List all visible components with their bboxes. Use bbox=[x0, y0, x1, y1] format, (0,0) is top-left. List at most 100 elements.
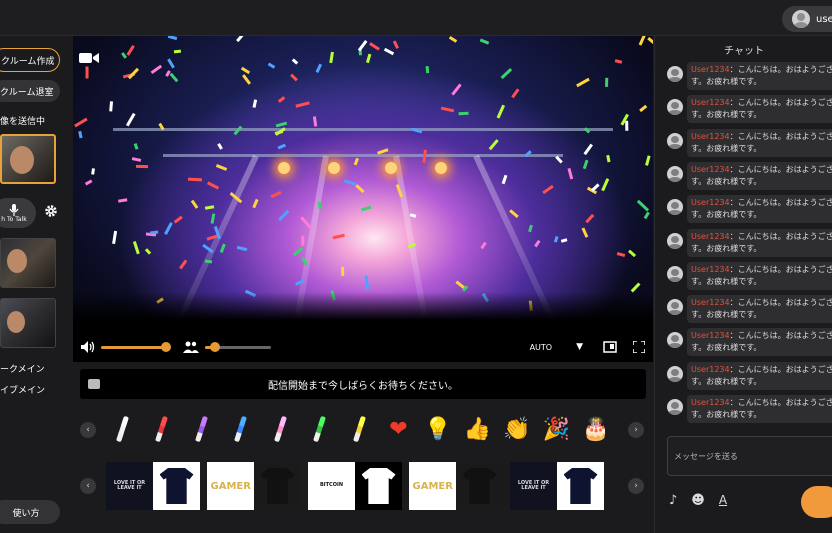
confetti-piece bbox=[392, 39, 399, 49]
quality-select[interactable]: AUTO bbox=[530, 343, 553, 352]
mic-level-handle[interactable] bbox=[209, 341, 220, 352]
participant-camera-thumbnail[interactable] bbox=[0, 298, 56, 348]
chat-bubble: User1234：こんにちは。おはようござ す。お疲れ様です。 bbox=[687, 361, 832, 390]
chat-username[interactable]: User1234 bbox=[691, 165, 730, 174]
goods-design-text: LOVE IT OR LEAVE IT bbox=[113, 479, 146, 491]
chat-text: す。お疲れ様です。 bbox=[691, 210, 762, 220]
picture-in-picture-icon[interactable] bbox=[603, 341, 617, 353]
chat-username[interactable]: User1234 bbox=[691, 98, 730, 107]
emoji-icon[interactable]: ☻ bbox=[691, 493, 705, 508]
goods-item[interactable]: LOVE IT OR LEAVE IT bbox=[106, 462, 200, 510]
chat-username[interactable]: User1234 bbox=[691, 331, 730, 340]
green-penlight-icon[interactable] bbox=[306, 413, 334, 445]
chat-text: ：こんにちは。おはようござ bbox=[729, 364, 832, 374]
confetti-piece bbox=[78, 131, 83, 139]
push-to-talk-button[interactable]: h To Talk bbox=[0, 198, 36, 228]
confetti-piece bbox=[368, 42, 380, 52]
volume-slider[interactable] bbox=[101, 341, 171, 352]
confetti-piece bbox=[126, 44, 135, 56]
yellow-penlight-icon[interactable] bbox=[345, 413, 373, 445]
blue-penlight-icon[interactable] bbox=[227, 413, 255, 445]
cake-icon[interactable]: 🎂 bbox=[582, 413, 610, 445]
goods-design-preview: GAMER bbox=[207, 462, 254, 510]
confetti-piece bbox=[541, 184, 554, 194]
chevron-down-icon[interactable]: ▼ bbox=[576, 342, 583, 352]
live-main-option[interactable]: イブメイン bbox=[0, 383, 45, 396]
confetti-piece bbox=[575, 77, 590, 88]
participants-icon[interactable] bbox=[183, 341, 199, 353]
broadcast-notice: 配信開始まで今しばらくお待ちください。 bbox=[80, 369, 646, 399]
confetti-piece bbox=[179, 259, 188, 270]
stamp-prev-button[interactable]: ‹ bbox=[80, 422, 96, 438]
confetti-piece bbox=[252, 98, 257, 108]
confetti-piece bbox=[353, 157, 360, 165]
chat-username[interactable]: User1234 bbox=[691, 265, 730, 274]
confetti-piece bbox=[450, 83, 462, 96]
goods-item[interactable]: GAMER bbox=[207, 462, 301, 510]
stage-spotlight bbox=[435, 162, 447, 174]
tshirt-preview bbox=[456, 462, 503, 510]
confetti-piece bbox=[366, 53, 372, 64]
create-room-button[interactable]: クルーム作成 bbox=[0, 48, 60, 72]
chat-username[interactable]: User1234 bbox=[691, 298, 730, 307]
text-format-icon[interactable]: A bbox=[719, 493, 727, 508]
chat-message: User1234：こんにちは。おはようござ す。お疲れ様です。 bbox=[667, 161, 832, 190]
chat-username[interactable]: User1234 bbox=[691, 65, 730, 74]
goods-item[interactable]: BITCOIN bbox=[308, 462, 402, 510]
confetti-piece bbox=[277, 143, 286, 150]
confetti-piece bbox=[108, 101, 113, 113]
goods-item[interactable]: GAMER bbox=[409, 462, 503, 510]
chat-username[interactable]: User1234 bbox=[691, 132, 730, 141]
stage-spotlight bbox=[278, 162, 290, 174]
gear-icon[interactable] bbox=[44, 204, 58, 218]
goods-next-button[interactable]: › bbox=[628, 478, 644, 494]
fullscreen-icon[interactable] bbox=[633, 341, 645, 353]
confetti-piece bbox=[358, 39, 368, 51]
chat-username[interactable]: User1234 bbox=[691, 365, 730, 374]
goods-design-text: GAMER bbox=[412, 480, 453, 492]
leave-room-button[interactable]: クルーム退室 bbox=[0, 80, 60, 102]
volume-slider-handle[interactable] bbox=[161, 341, 171, 352]
confetti-piece bbox=[210, 213, 216, 225]
chat-username[interactable]: User1234 bbox=[691, 398, 730, 407]
heart-icon[interactable]: ❤ bbox=[385, 413, 413, 445]
chat-username[interactable]: User1234 bbox=[691, 232, 730, 241]
thumbs-up-icon[interactable]: 👍 bbox=[464, 413, 492, 445]
chat-message: User1234：こんにちは。おはようござ す。お疲れ様です。 bbox=[667, 62, 832, 90]
purple-penlight-icon[interactable] bbox=[187, 413, 215, 445]
white-penlight-icon[interactable] bbox=[108, 413, 136, 445]
self-camera-thumbnail[interactable] bbox=[0, 134, 56, 184]
music-note-icon[interactable]: ♪ bbox=[669, 493, 677, 508]
send-button[interactable] bbox=[801, 486, 832, 518]
participant-camera-thumbnail[interactable] bbox=[0, 238, 56, 288]
confetti-piece bbox=[133, 143, 139, 151]
red-penlight-icon[interactable] bbox=[148, 413, 176, 445]
tshirt-preview bbox=[153, 462, 200, 510]
chat-text: す。お疲れ様です。 bbox=[691, 143, 762, 153]
clap-icon[interactable]: 👏 bbox=[503, 413, 531, 445]
lightbulb-icon[interactable]: 💡 bbox=[424, 413, 452, 445]
chat-message-input[interactable]: メッセージを送る bbox=[667, 436, 832, 476]
pink-penlight-icon[interactable] bbox=[266, 413, 294, 445]
penlight-shape bbox=[115, 415, 129, 443]
chat-message: User1234：こんにちは。おはようござ す。お疲れ様です。 bbox=[667, 95, 832, 124]
confetti-piece bbox=[217, 142, 224, 150]
tshirt-icon bbox=[361, 468, 396, 504]
party-popper-icon[interactable]: 🎉 bbox=[543, 413, 571, 445]
penlight-shape bbox=[352, 415, 366, 443]
help-button[interactable]: 使い方 bbox=[0, 500, 60, 524]
confetti-piece bbox=[560, 237, 568, 243]
confetti-piece bbox=[291, 58, 298, 66]
chat-username[interactable]: User1234 bbox=[691, 198, 730, 207]
goods-prev-button[interactable]: ‹ bbox=[80, 478, 96, 494]
live-video-player[interactable]: AUTO ▼ bbox=[73, 36, 653, 362]
confetti-piece bbox=[204, 204, 215, 210]
talk-main-option[interactable]: ークメイン bbox=[0, 362, 45, 375]
goods-item[interactable]: LOVE IT OR LEAVE IT bbox=[510, 462, 604, 510]
confetti-piece bbox=[567, 168, 574, 180]
volume-icon[interactable] bbox=[81, 341, 95, 353]
user-menu[interactable]: user bbox=[782, 6, 832, 32]
chat-text: ：こんにちは。おはようござ bbox=[729, 198, 832, 208]
stamp-next-button[interactable]: › bbox=[628, 422, 644, 438]
mic-level-slider[interactable] bbox=[205, 341, 271, 352]
